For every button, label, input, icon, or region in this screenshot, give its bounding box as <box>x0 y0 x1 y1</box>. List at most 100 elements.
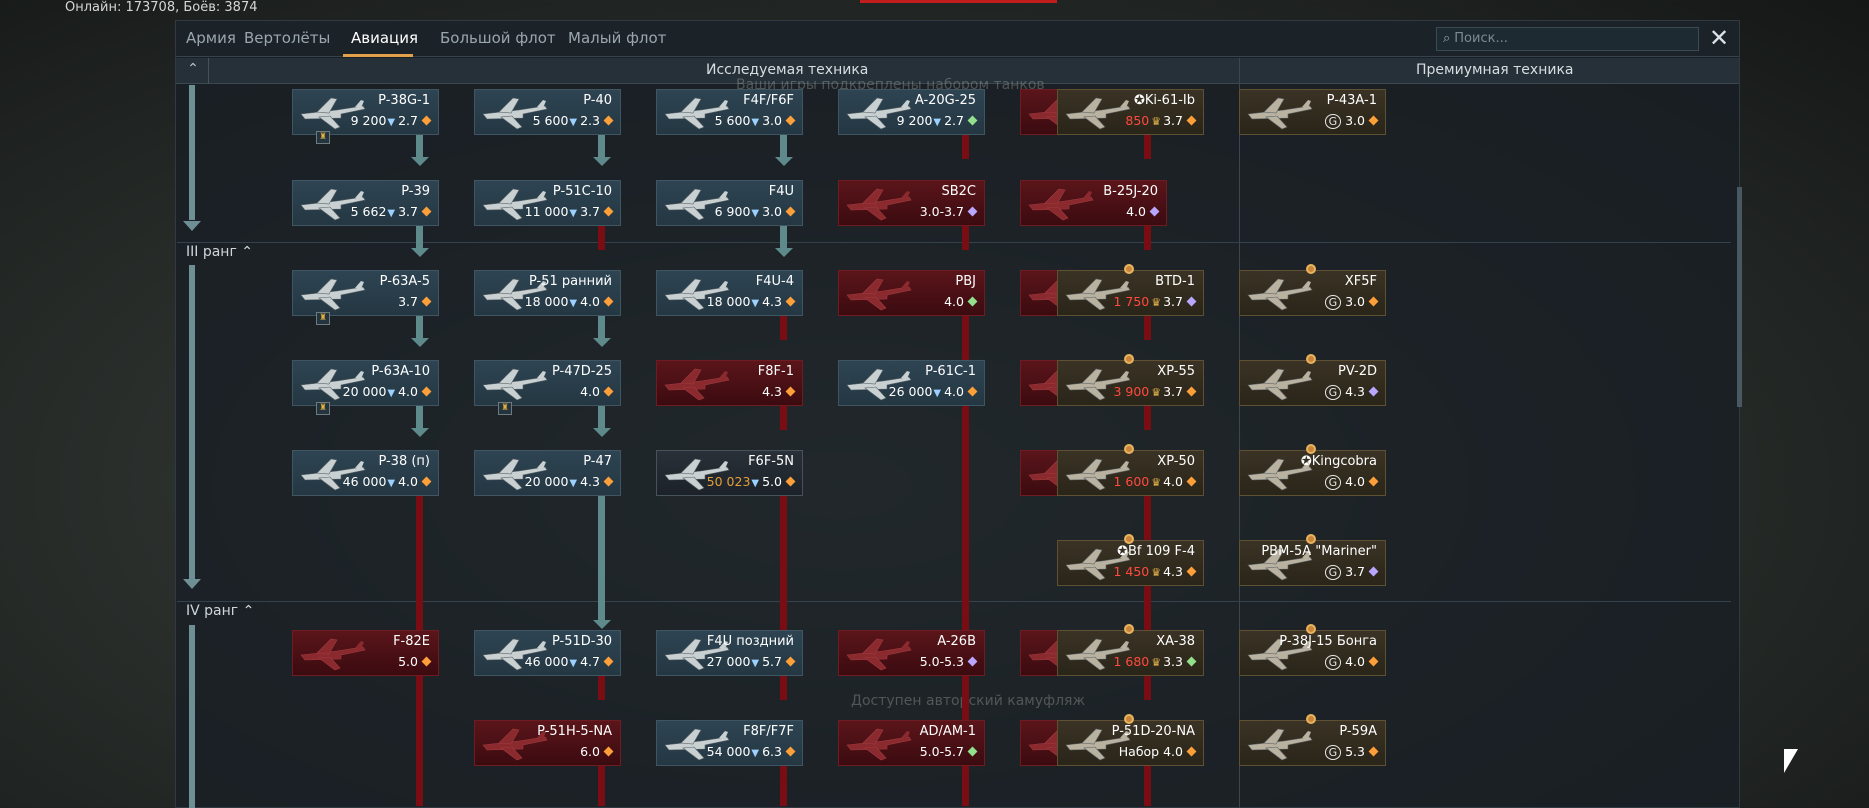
vehicle-card[interactable]: P-63A-5 3.7 <box>292 270 439 316</box>
aircraft-icon <box>846 728 912 761</box>
vehicle-card[interactable]: P-51C-10 11 000▼ 3.7 <box>474 180 621 226</box>
golden-eagle-icon: ♛ <box>1151 386 1162 399</box>
battle-rating: 6.3 <box>762 744 782 759</box>
search-input[interactable]: ⌕ Поиск... <box>1436 27 1699 51</box>
vehicle-card[interactable]: SB2C 3.0-3.7 <box>838 180 985 226</box>
premium-medal-icon <box>1124 714 1134 724</box>
tree-link <box>1144 766 1151 806</box>
vehicle-card[interactable]: P-47D-25 4.0 <box>474 360 621 406</box>
vehicle-card[interactable]: P-47 20 000▼ 4.3 <box>474 450 621 496</box>
premium-vehicle-card[interactable]: PBM-5A "Mariner" G 3.7 <box>1239 540 1386 586</box>
search-icon: ⌕ <box>1443 31 1451 46</box>
aircraft-icon <box>1247 368 1313 401</box>
premium-vehicle-card[interactable]: ✪Kingcobra G 4.0 <box>1239 450 1386 496</box>
battle-rating: 4.0 <box>1163 744 1183 759</box>
vehicle-card[interactable]: F6F-5N 50 023▼ 5.0 <box>656 450 803 496</box>
aircraft-icon <box>1028 188 1094 221</box>
vehicle-card[interactable]: P-63A-10 20 000▼ 4.0 <box>292 360 439 406</box>
premium-currency-icon: G <box>1324 745 1342 760</box>
tab-aviation[interactable]: Авиация <box>351 29 418 47</box>
vehicle-card[interactable]: F4U-4 18 000▼ 4.3 <box>656 270 803 316</box>
vehicle-card[interactable]: P-51H-5-NA 6.0 <box>474 720 621 766</box>
vehicle-card[interactable]: P-40 5 600▼ 2.3 <box>474 89 621 135</box>
tree-link <box>1144 226 1151 250</box>
vehicle-card[interactable]: P-38G-1 9 200▼ 2.7 <box>292 89 439 135</box>
crew-badge-icon: ♜ <box>316 131 330 144</box>
battle-rating: 4.7 <box>580 654 600 669</box>
chevron-up-icon: ⌃ <box>241 244 253 260</box>
vehicle-name: XP-55 <box>1157 364 1195 379</box>
golden-eagle-icon: ♛ <box>1151 115 1162 128</box>
vehicle-cost: 20 000 <box>342 384 387 399</box>
tree-link-arrow <box>411 338 429 347</box>
vehicle-card[interactable]: F4U поздний 27 000▼ 5.7 <box>656 630 803 676</box>
vehicle-card[interactable]: P-38 (п) 46 000▼ 4.0 <box>292 450 439 496</box>
tab-bluewater-fleet[interactable]: Большой флот <box>440 29 556 47</box>
vehicle-name: SB2C <box>941 184 976 199</box>
vehicle-card[interactable]: F8F-1 4.3 <box>656 360 803 406</box>
premium-vehicle-card[interactable]: P-59A G 5.3 <box>1239 720 1386 766</box>
vehicle-class-icon <box>967 386 978 397</box>
battle-rating: 4.3 <box>762 384 782 399</box>
vehicle-card[interactable]: B-25J-20 4.0 <box>1020 180 1167 226</box>
tree-link <box>1144 135 1151 159</box>
premium-vehicle-card[interactable]: XF5F G 3.0 <box>1239 270 1386 316</box>
vehicle-class-icon <box>603 746 614 757</box>
battle-rating: 5.3 <box>1345 744 1365 759</box>
vehicle-cost: 20 000 <box>524 474 569 489</box>
collapse-ranks-icon[interactable]: ⌃ <box>182 61 204 81</box>
vehicle-card[interactable]: F4F/F6F 5 600▼ 3.0 <box>656 89 803 135</box>
premium-vehicle-card[interactable]: XA-38 1 680 ♛ 3.3 <box>1057 630 1204 676</box>
premium-vehicle-card[interactable]: P-43A-1 G 3.0 <box>1239 89 1386 135</box>
vehicle-card[interactable]: F8F/F7F 54 000▼ 6.3 <box>656 720 803 766</box>
vehicle-name: XA-38 <box>1156 634 1195 649</box>
vehicle-card[interactable]: P-51D-30 46 000▼ 4.7 <box>474 630 621 676</box>
premium-vehicle-card[interactable]: XP-50 1 600 ♛ 4.0 <box>1057 450 1204 496</box>
tab-army[interactable]: Армия <box>186 29 236 47</box>
close-icon[interactable]: ✕ <box>1706 26 1732 51</box>
vehicle-card[interactable]: P-39 5 662▼ 3.7 <box>292 180 439 226</box>
tab-coastal-fleet[interactable]: Малый флот <box>568 29 666 47</box>
vehicle-card[interactable]: A-20G-25 9 200▼ 2.7 <box>838 89 985 135</box>
vehicle-info: 1 600 ♛ 4.0 <box>1113 474 1197 489</box>
scrollbar[interactable] <box>1737 187 1742 407</box>
premium-vehicle-card[interactable]: XP-55 3 900 ♛ 3.7 <box>1057 360 1204 406</box>
premium-vehicle-card[interactable]: ✪Ki-61-Ib 850 ♛ 3.7 <box>1057 89 1204 135</box>
vehicle-info: 5 662▼ 3.7 <box>351 204 432 219</box>
vehicle-info: G 3.0 <box>1324 113 1379 129</box>
vehicle-class-icon <box>603 386 614 397</box>
vehicle-name: P-39 <box>401 184 430 199</box>
vehicle-cost: 18 000 <box>524 294 569 309</box>
vehicle-card[interactable]: P-51 ранний 18 000▼ 4.0 <box>474 270 621 316</box>
tab-helicopters[interactable]: Вертолёты <box>244 29 330 47</box>
battle-rating: 3.0-3.7 <box>919 204 964 219</box>
battle-rating: 3.0 <box>762 204 782 219</box>
tech-tree-window: Армия Вертолёты Авиация Большой флот Мал… <box>175 20 1742 808</box>
rank-iii-label[interactable]: III ранг ⌃ <box>186 244 253 260</box>
vehicle-card[interactable]: PBJ 4.0 <box>838 270 985 316</box>
vehicle-name: F4U поздний <box>706 634 794 649</box>
vehicle-name: ✪Ki-61-Ib <box>1133 93 1195 108</box>
vehicle-card[interactable]: F-82E 5.0 <box>292 630 439 676</box>
premium-vehicle-card[interactable]: BTD-1 1 750 ♛ 3.7 <box>1057 270 1204 316</box>
vehicle-cost: 5 600 <box>714 113 751 128</box>
vehicle-card[interactable]: F4U 6 900▼ 3.0 <box>656 180 803 226</box>
vehicle-class-icon <box>1368 566 1379 577</box>
vehicle-cost: 9 200 <box>350 113 387 128</box>
premium-vehicle-card[interactable]: ✪Bf 109 F-4 1 450 ♛ 4.3 <box>1057 540 1204 586</box>
battle-rating: 4.0 <box>398 384 418 399</box>
vehicle-class-icon <box>785 476 796 487</box>
vehicle-info: 18 000▼ 4.3 <box>707 294 796 309</box>
vehicle-card[interactable]: AD/AM-1 5.0-5.7 <box>838 720 985 766</box>
vehicle-card[interactable]: P-61C-1 26 000▼ 4.0 <box>838 360 985 406</box>
vehicle-cost: 6 900 <box>714 204 751 219</box>
golden-eagle-icon: ♛ <box>1151 476 1162 489</box>
premium-vehicle-card[interactable]: P-51D-20-NA Набор 4.0 <box>1057 720 1204 766</box>
research-points-icon: ▼ <box>569 478 578 489</box>
chevron-up-icon: ⌃ <box>242 603 255 619</box>
tree-link-arrow <box>593 620 611 629</box>
premium-vehicle-card[interactable]: PV-2D G 4.3 <box>1239 360 1386 406</box>
premium-vehicle-card[interactable]: P-38J-15 Бонга G 4.0 <box>1239 630 1386 676</box>
rank-iv-label[interactable]: IV ранг ⌃ <box>186 603 254 619</box>
vehicle-card[interactable]: A-26B 5.0-5.3 <box>838 630 985 676</box>
